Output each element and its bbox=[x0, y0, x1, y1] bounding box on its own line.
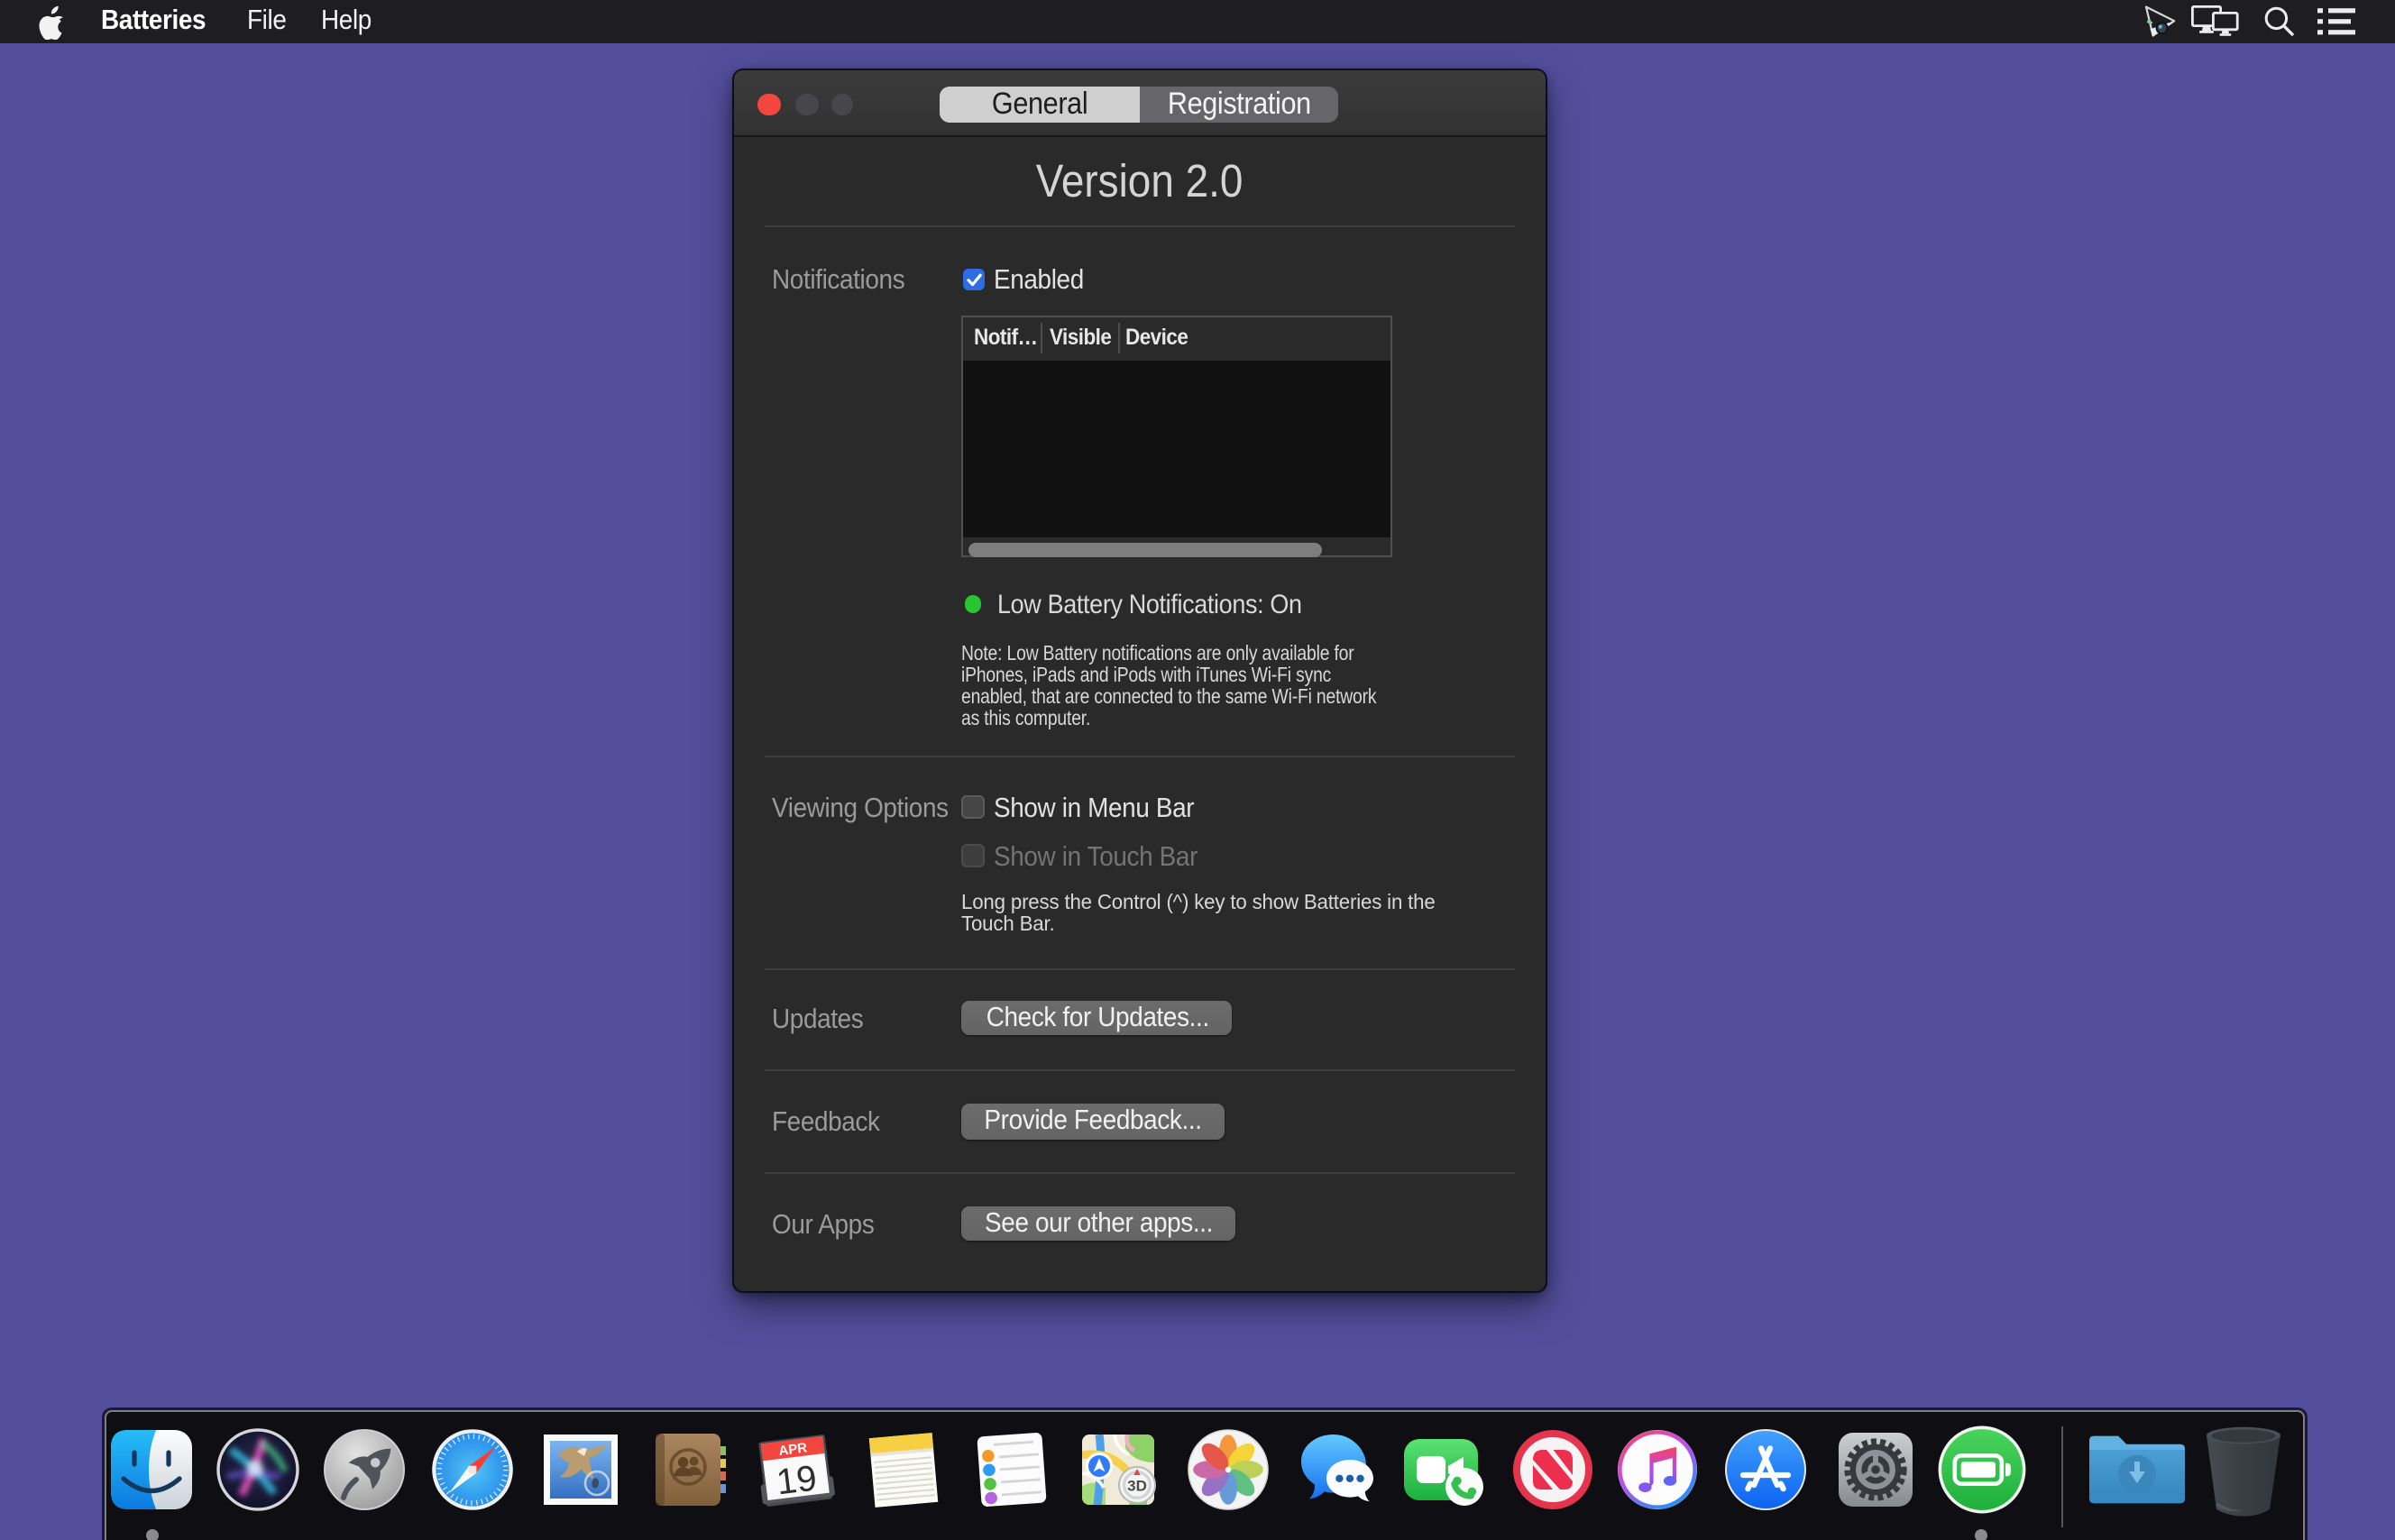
svg-text:3D: 3D bbox=[1128, 1477, 1148, 1494]
svg-text:19: 19 bbox=[775, 1457, 820, 1501]
